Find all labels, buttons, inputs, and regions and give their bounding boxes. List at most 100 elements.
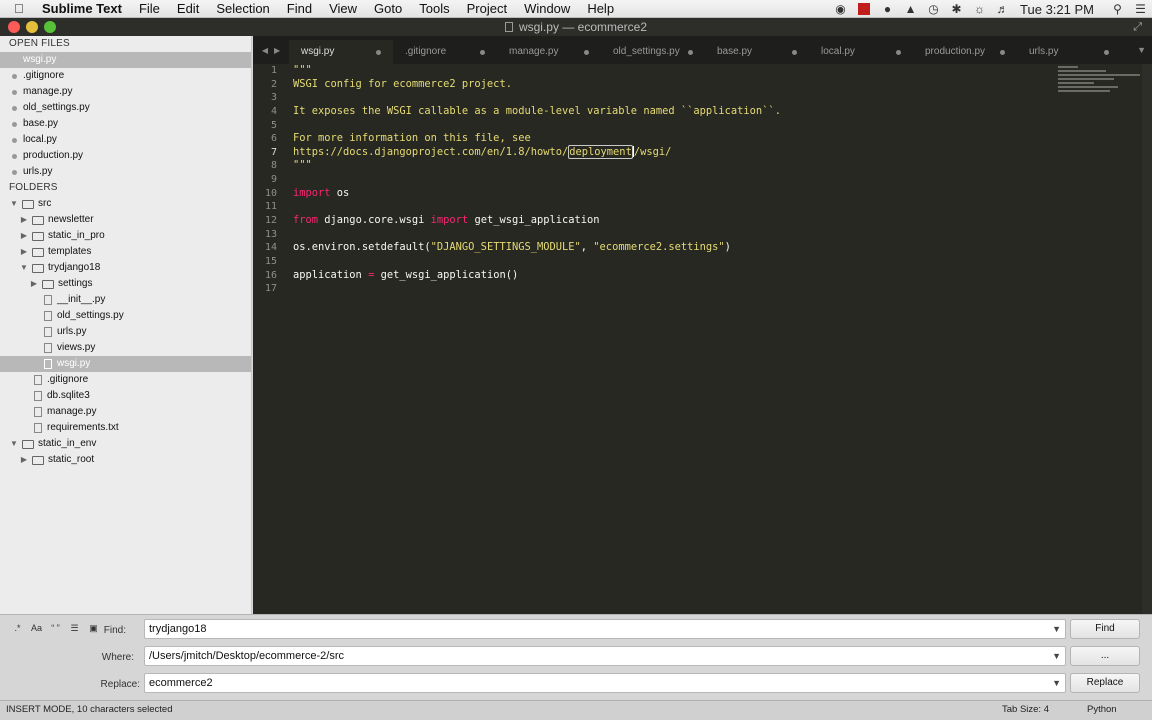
tree-folder-static-root[interactable]: ▶ static_root [0,452,251,468]
open-file-old-settings[interactable]: old_settings.py [0,100,251,116]
zoom-window-button[interactable] [44,21,56,33]
red-app-icon[interactable] [858,3,871,15]
tree-file-views[interactable]: views.py [0,340,251,356]
tab-wsgi[interactable]: wsgi.py [289,40,393,64]
tab-dirty-dot-icon[interactable] [376,50,381,55]
tree-file-requirements[interactable]: requirements.txt [0,420,251,436]
open-file-wsgi[interactable]: wsgi.py [0,52,251,68]
volume-icon[interactable]: ♬ [991,2,1014,16]
tree-folder-settings[interactable]: ▶ settings [0,276,251,292]
menu-view[interactable]: View [321,0,366,18]
tree-file-old-settings[interactable]: old_settings.py [0,308,251,324]
menu-project[interactable]: Project [458,0,515,18]
collapsed-arrow-icon[interactable]: ▶ [19,212,29,228]
tab-production[interactable]: production.py [913,40,1017,64]
open-file-gitignore[interactable]: .gitignore [0,68,251,84]
menu-edit[interactable]: Edit [168,0,207,18]
tab-dirty-dot-icon[interactable] [1104,50,1109,55]
time-machine-icon[interactable]: ◷ [922,2,945,16]
wifi-icon[interactable]: ☼ [968,2,991,16]
find-history-dropdown-icon[interactable]: ▼ [1052,620,1061,638]
tab-size-selector[interactable]: Tab Size: 4 [1002,701,1049,719]
tree-file-init[interactable]: __init__.py [0,292,251,308]
where-input[interactable]: /Users/jmitch/Desktop/ecommerce-2/src ▼ [144,646,1066,666]
code-area[interactable]: 1 """ 2 WSGI config for ecommerce2 project… [253,64,1133,296]
notification-center-icon[interactable]: ☰ [1129,2,1152,16]
open-file-urls[interactable]: urls.py [0,164,251,180]
notification-icon[interactable]: ▲ [899,2,922,16]
menu-help[interactable]: Help [579,0,623,18]
open-file-local[interactable]: local.py [0,132,251,148]
collapsed-arrow-icon[interactable]: ▶ [19,452,29,468]
menu-find[interactable]: Find [278,0,320,18]
whole-word-toggle[interactable]: “ ” [46,621,65,636]
syntax-selector[interactable]: Python [1087,701,1117,719]
tab-base[interactable]: base.py [705,40,809,64]
find-button[interactable]: Find [1070,619,1140,639]
tree-file-gitignore[interactable]: .gitignore [0,372,251,388]
document-icon [504,22,513,32]
close-window-button[interactable] [8,21,20,33]
collapsed-arrow-icon[interactable]: ▶ [29,276,39,292]
menu-window[interactable]: Window [516,0,579,18]
tab-dirty-dot-icon[interactable] [896,50,901,55]
collapsed-arrow-icon[interactable]: ▶ [19,228,29,244]
tab-urls[interactable]: urls.py [1017,40,1121,64]
tab-dirty-dot-icon[interactable] [584,50,589,55]
bluetooth-icon[interactable]: ✱ [945,2,968,16]
tab-old-settings[interactable]: old_settings.py [601,40,705,64]
tree-file-wsgi[interactable]: wsgi.py [0,356,251,372]
collapsed-arrow-icon[interactable]: ▶ [19,244,29,260]
minimize-window-button[interactable] [26,21,38,33]
tab-next-icon[interactable]: ▶ [274,46,280,55]
tree-label: static_in_env [38,438,97,449]
tree-folder-static-in-pro[interactable]: ▶ static_in_pro [0,228,251,244]
menu-file[interactable]: File [130,0,168,18]
menu-app[interactable]: Sublime Text [36,0,130,18]
vertical-scrollbar[interactable] [1142,64,1152,614]
creative-cloud-icon[interactable]: ● [876,2,899,16]
tab-dirty-dot-icon[interactable] [1000,50,1005,55]
case-sensitive-toggle[interactable]: Aa [27,621,46,636]
tree-folder-trydjango18[interactable]: ▼ trydjango18 [0,260,251,276]
tree-file-manage[interactable]: manage.py [0,404,251,420]
tree-file-urls[interactable]: urls.py [0,324,251,340]
replace-button[interactable]: Replace [1070,673,1140,693]
tree-file-db[interactable]: db.sqlite3 [0,388,251,404]
open-file-base[interactable]: base.py [0,116,251,132]
replace-input[interactable]: ecommerce2 ▼ [144,673,1066,693]
screen-record-icon[interactable]: ◉ [829,2,852,16]
minimap[interactable] [1058,66,1140,106]
tab-overflow-menu-icon[interactable]: ▼ [1137,45,1146,55]
expanded-arrow-icon[interactable]: ▼ [9,436,19,452]
where-browse-button[interactable]: ... [1070,646,1140,666]
menu-tools[interactable]: Tools [411,0,458,18]
tree-folder-static-in-env[interactable]: ▼ static_in_env [0,436,251,452]
replace-history-dropdown-icon[interactable]: ▼ [1052,674,1061,692]
where-history-dropdown-icon[interactable]: ▼ [1052,647,1061,665]
find-input[interactable]: trydjango18 ▼ [144,619,1066,639]
regex-toggle[interactable]: .* [8,621,27,636]
tab-local[interactable]: local.py [809,40,913,64]
fullscreen-icon[interactable]: ⤢ [1133,21,1142,34]
apple-icon[interactable]:  [14,1,36,16]
text-selection[interactable]: deployment [568,144,633,159]
tab-gitignore[interactable]: .gitignore [393,40,497,64]
menu-goto[interactable]: Goto [366,0,411,18]
expanded-arrow-icon[interactable]: ▼ [9,196,19,212]
tab-dirty-dot-icon[interactable] [480,50,485,55]
spotlight-search-icon[interactable]: ⚲ [1106,2,1129,16]
menu-selection[interactable]: Selection [208,0,278,18]
tab-dirty-dot-icon[interactable] [792,50,797,55]
menubar-clock[interactable]: Tue 3:21 PM [1014,2,1106,17]
tab-manage[interactable]: manage.py [497,40,601,64]
open-file-production[interactable]: production.py [0,148,251,164]
unsaved-dot-icon [12,74,17,79]
tree-folder-newsletter[interactable]: ▶ newsletter [0,212,251,228]
tree-folder-templates[interactable]: ▶ templates [0,244,251,260]
tab-prev-icon[interactable]: ◀ [262,46,268,55]
expanded-arrow-icon[interactable]: ▼ [19,260,29,276]
tab-dirty-dot-icon[interactable] [688,50,693,55]
tree-folder-src[interactable]: ▼ src [0,196,251,212]
open-file-manage[interactable]: manage.py [0,84,251,100]
